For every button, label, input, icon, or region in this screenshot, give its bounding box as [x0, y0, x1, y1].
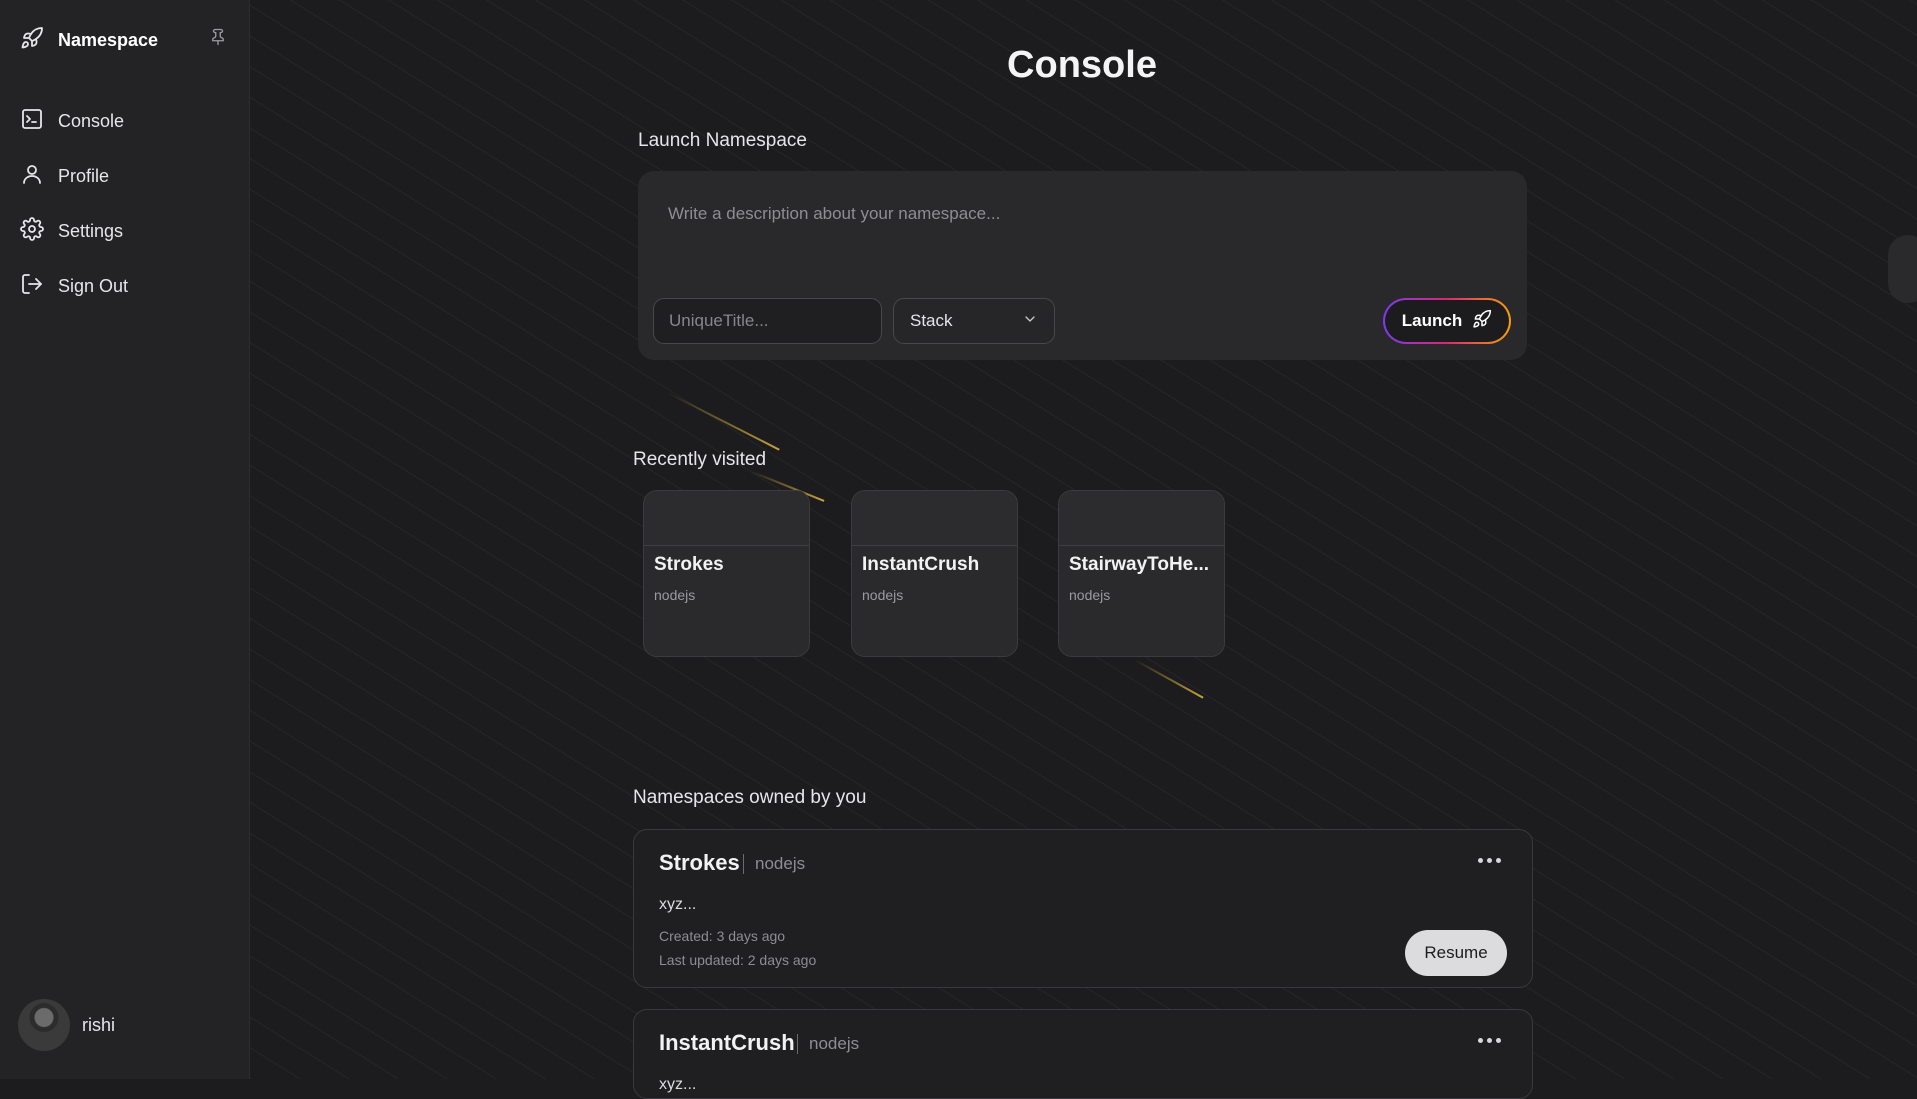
side-panel-handle[interactable]: [1888, 235, 1917, 303]
namespace-stack: nodejs: [809, 1034, 860, 1053]
sidebar-item-label: Settings: [58, 221, 124, 241]
avatar: [18, 999, 70, 1051]
namespace-stack: nodejs: [755, 854, 806, 873]
resume-button[interactable]: Resume: [1405, 930, 1507, 976]
sidebar: Namespace Console Profile Settings Sign …: [0, 0, 250, 1079]
namespace-name[interactable]: InstantCrush: [659, 1030, 795, 1056]
card-title: StairwayToHe...: [1069, 554, 1210, 575]
sidebar-item-label: Console: [58, 111, 125, 131]
launch-button-label: Launch: [1401, 311, 1463, 330]
chevron-down-icon: [1022, 311, 1038, 332]
sidebar-item-label: Sign Out: [58, 276, 129, 296]
card-stack: nodejs: [654, 587, 696, 603]
terminal-icon: [20, 107, 44, 136]
stack-select-label: Stack: [910, 311, 953, 330]
card-thumbnail: [852, 491, 1017, 546]
decorative-streak: [1134, 659, 1204, 699]
owned-section-label: Namespaces owned by you: [633, 787, 867, 808]
updated-date: Last updated: 2 days ago: [659, 952, 817, 968]
created-date: Created: 3 days ago: [659, 928, 786, 944]
user-name: rishi: [82, 1014, 116, 1035]
user-profile[interactable]: rishi: [18, 999, 115, 1051]
card-stack: nodejs: [862, 587, 904, 603]
sidebar-item-label: Profile: [58, 166, 110, 186]
sidebar-item-console[interactable]: Console: [20, 107, 124, 136]
description-input[interactable]: Write a description about your namespace…: [668, 204, 1000, 224]
gear-icon: [20, 217, 44, 246]
unique-title-input[interactable]: [653, 298, 882, 344]
decorative-streak: [667, 392, 780, 451]
sidebar-item-sign-out[interactable]: Sign Out: [20, 272, 128, 301]
divider: [797, 1034, 798, 1054]
launch-form: Write a description about your namespace…: [638, 171, 1527, 360]
launch-section-label: Launch Namespace: [638, 130, 807, 151]
recent-card[interactable]: StairwayToHe... nodejs: [1058, 490, 1225, 657]
sidebar-item-profile[interactable]: Profile: [20, 162, 109, 191]
launch-button[interactable]: Launch: [1383, 298, 1511, 344]
card-title: Strokes: [654, 554, 724, 575]
sign-out-icon: [20, 272, 44, 301]
page-title: Console: [1007, 44, 1157, 86]
rocket-icon: [1472, 309, 1492, 334]
more-options-icon[interactable]: [1478, 1038, 1504, 1046]
namespace-row: InstantCrush nodejs xyz...: [633, 1009, 1533, 1099]
card-stack: nodejs: [1069, 587, 1111, 603]
card-title: InstantCrush: [862, 554, 980, 575]
more-options-icon[interactable]: [1478, 858, 1504, 866]
recent-card[interactable]: Strokes nodejs: [643, 490, 810, 657]
recent-card[interactable]: InstantCrush nodejs: [851, 490, 1018, 657]
recent-section-label: Recently visited: [633, 449, 767, 470]
card-thumbnail: [1059, 491, 1224, 546]
user-icon: [20, 162, 44, 191]
divider: [743, 854, 744, 874]
namespace-name[interactable]: Strokes: [659, 850, 740, 876]
sidebar-item-settings[interactable]: Settings: [20, 217, 123, 246]
card-thumbnail: [644, 491, 809, 546]
stack-select[interactable]: Stack: [893, 298, 1055, 344]
namespace-row: Strokes nodejs xyz... Created: 3 days ag…: [633, 829, 1533, 988]
namespace-description: xyz...: [659, 896, 697, 913]
